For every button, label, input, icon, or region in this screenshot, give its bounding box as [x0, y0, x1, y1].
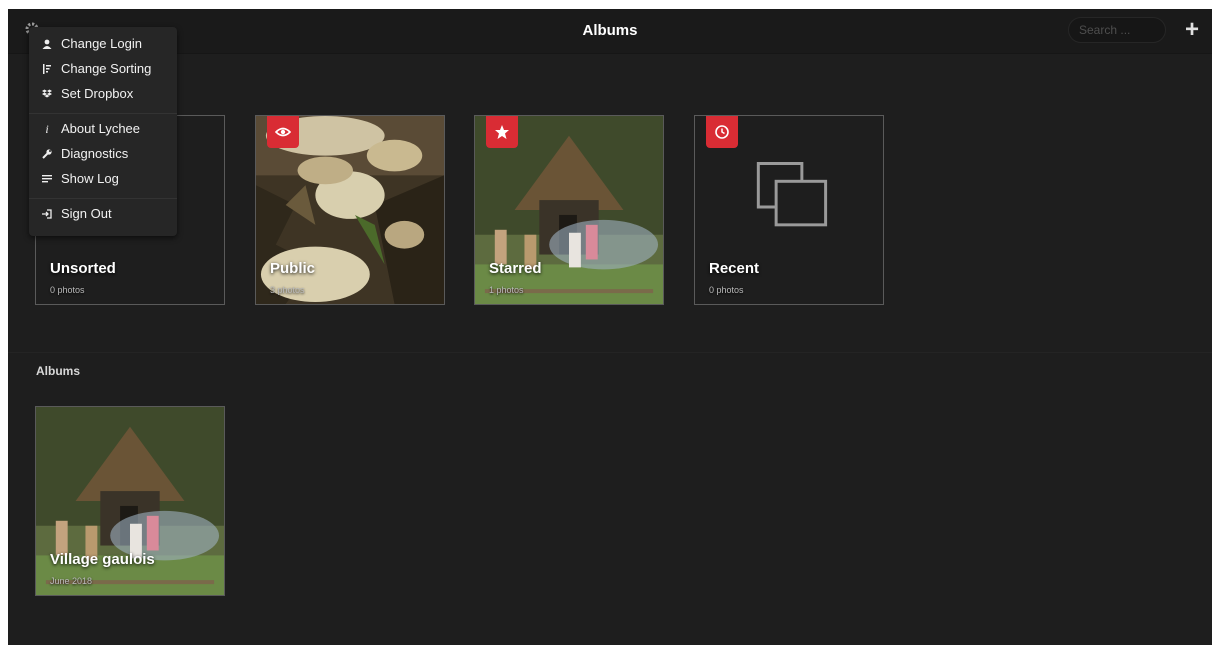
sort-icon: [40, 57, 54, 84]
star-icon: [486, 116, 518, 148]
menu-item-about-lychee[interactable]: i About Lychee: [29, 117, 177, 141]
menu-item-label: Show Log: [61, 171, 119, 186]
user-icon: [40, 32, 54, 59]
wrench-icon: [40, 142, 54, 169]
album-recent[interactable]: Recent 0 photos: [694, 115, 884, 305]
menu-item-sign-out[interactable]: Sign Out: [29, 202, 177, 226]
album-title: Starred: [489, 260, 542, 277]
album-title: Recent: [709, 260, 760, 277]
header-bar: Albums +: [8, 9, 1212, 54]
album-public[interactable]: Public 3 photos: [255, 115, 445, 305]
album-title: Public: [270, 260, 316, 277]
plus-icon[interactable]: +: [1184, 18, 1200, 42]
menu-item-set-dropbox[interactable]: Set Dropbox: [29, 82, 177, 106]
album-count: 1 photos: [489, 285, 524, 295]
section-heading: Albums: [36, 364, 81, 378]
album-count: 3 photos: [270, 285, 305, 295]
dropbox-icon: [40, 82, 54, 109]
album-starred[interactable]: Starred 1 photos: [474, 115, 664, 305]
clock-icon: [706, 116, 738, 148]
menu-item-label: Sign Out: [61, 206, 112, 221]
menu-item-diagnostics[interactable]: Diagnostics: [29, 142, 177, 166]
section-divider: [8, 352, 1212, 353]
eye-icon: [267, 116, 299, 148]
album-count: 0 photos: [709, 285, 744, 295]
menu-item-label: Change Login: [61, 36, 142, 51]
menu-item-show-log[interactable]: Show Log: [29, 167, 177, 191]
page-title: Albums: [582, 22, 638, 39]
menu-item-label: Set Dropbox: [61, 86, 134, 101]
menu-divider: [29, 113, 177, 114]
album-count: 0 photos: [50, 285, 85, 295]
album-title: Unsorted: [50, 260, 116, 277]
info-icon: i: [45, 122, 49, 136]
app-window: Albums + Change Login Change Sorting Set…: [8, 9, 1212, 645]
sign-out-icon: [40, 202, 54, 229]
menu-item-label: Diagnostics: [61, 146, 129, 161]
list-icon: [40, 167, 54, 194]
album-title: Village gaulois: [50, 551, 155, 568]
menu-item-change-login[interactable]: Change Login: [29, 32, 177, 56]
menu-item-change-sorting[interactable]: Change Sorting: [29, 57, 177, 81]
search-input[interactable]: [1068, 17, 1166, 43]
menu-item-label: About Lychee: [61, 121, 141, 136]
album-date: June 2018: [50, 576, 93, 586]
menu-divider: [29, 198, 177, 199]
menu-item-label: Change Sorting: [61, 61, 152, 76]
settings-menu: Change Login Change Sorting Set Dropbox …: [29, 27, 177, 236]
album-village-gaulois[interactable]: Village gaulois June 2018: [35, 406, 225, 596]
